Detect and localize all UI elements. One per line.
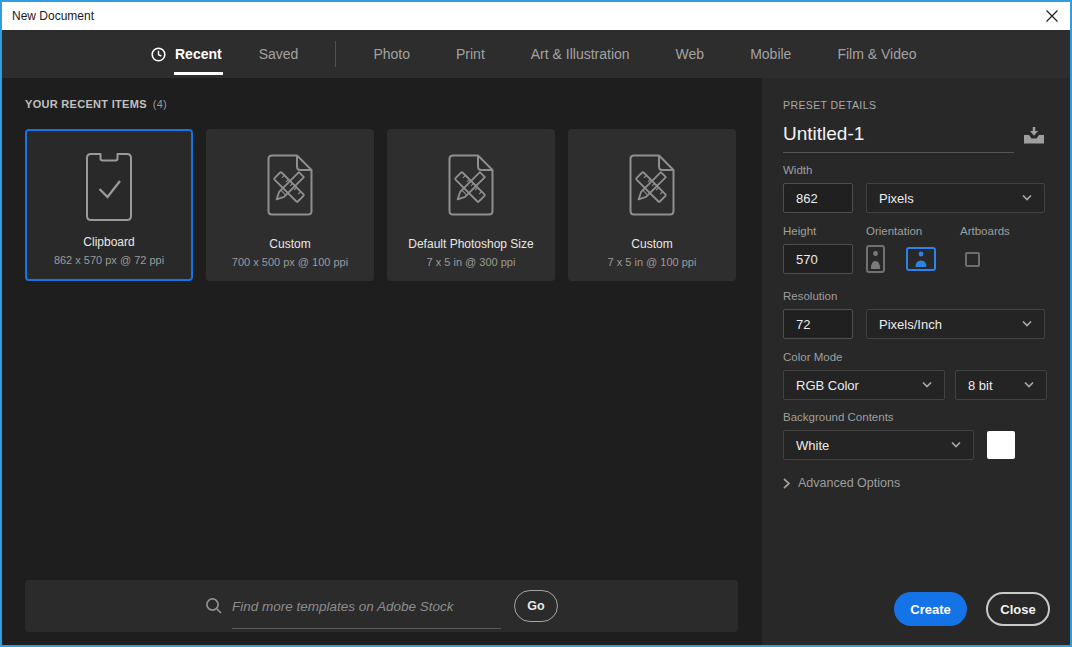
document-ruler-pencil-icon [446,153,496,217]
clock-icon [151,47,166,62]
width-label: Width [783,164,1045,177]
adobe-stock-searchbar: Find more templates on Adobe Stock Go [25,580,738,632]
background-contents-label: Background Contents [783,411,1045,424]
recent-items-list: Clipboard 862 x 570 px @ 72 ppi Custom 7… [25,129,736,281]
chevron-down-icon [1022,195,1032,201]
tab-art-illustration[interactable]: Art & Illustration [508,30,653,78]
chevron-down-icon [951,442,961,448]
template-subtitle: 7 x 5 in @ 300 ppi [391,256,551,268]
height-input[interactable]: 570 [783,244,853,274]
resolution-input[interactable]: 72 [783,309,853,339]
tab-photo[interactable]: Photo [350,30,433,78]
recent-items-heading: YOUR RECENT ITEMS(4) [25,98,167,110]
orientation-landscape-button[interactable] [906,247,936,271]
bit-depth-dropdown[interactable]: 8 bit [955,370,1047,400]
window-close-button[interactable] [1034,2,1070,30]
width-input[interactable]: 862 [783,183,853,213]
height-label: Height [783,225,866,238]
chevron-down-icon [1024,382,1034,388]
resolution-label: Resolution [783,290,1045,303]
background-contents-dropdown[interactable]: White [783,430,974,460]
orientation-label: Orientation [866,225,960,238]
background-color-swatch[interactable] [987,431,1015,459]
category-tabbar: Recent Saved Photo Print Art & Illustrat… [2,30,1070,78]
template-subtitle: 862 x 570 px @ 72 ppi [31,254,187,266]
tab-mobile[interactable]: Mobile [727,30,814,78]
go-button[interactable]: Go [514,590,558,622]
clipboard-icon [85,152,133,222]
orientation-portrait-button[interactable] [866,245,885,273]
chevron-right-icon [783,478,790,489]
search-icon [205,597,223,615]
tab-saved[interactable]: Saved [236,30,322,78]
portrait-person-icon [868,248,883,271]
document-ruler-pencil-icon [627,153,677,217]
new-document-dialog: New Document Recent Saved Photo Print Ar… [0,0,1072,647]
width-unit-dropdown[interactable]: Pixels [866,183,1045,213]
preset-details-heading: PRESET DETAILS [783,99,1045,112]
tab-recent[interactable]: Recent [128,30,236,78]
titlebar: New Document [2,2,1070,30]
window-title: New Document [12,9,94,23]
save-preset-icon[interactable] [1023,127,1045,144]
chevron-down-icon [922,382,932,388]
template-title: Default Photoshop Size [391,237,551,251]
template-title: Clipboard [31,235,187,249]
landscape-person-icon [908,250,934,269]
document-ruler-pencil-icon [265,153,315,217]
close-icon [1045,9,1059,23]
template-subtitle: 7 x 5 in @ 100 ppi [572,256,732,268]
resolution-unit-dropdown[interactable]: Pixels/Inch [866,309,1045,339]
tab-web[interactable]: Web [653,30,728,78]
create-button[interactable]: Create [894,592,967,626]
document-name-input[interactable]: Untitled-1 [783,123,1014,153]
tab-film-video[interactable]: Film & Video [814,30,939,78]
preset-details-panel: PRESET DETAILS Untitled-1 Width 862 Pixe… [762,78,1070,645]
template-card-default-photoshop-size[interactable]: Default Photoshop Size 7 x 5 in @ 300 pp… [387,129,555,281]
tab-print[interactable]: Print [433,30,508,78]
chevron-down-icon [1022,321,1032,327]
color-mode-label: Color Mode [783,351,1045,364]
stock-search-input[interactable]: Find more templates on Adobe Stock [232,597,501,629]
template-card-custom-1[interactable]: Custom 700 x 500 px @ 100 ppi [206,129,374,281]
color-mode-dropdown[interactable]: RGB Color [783,370,945,400]
tab-divider [335,41,336,67]
template-card-clipboard[interactable]: Clipboard 862 x 570 px @ 72 ppi [25,129,193,281]
close-button[interactable]: Close [986,592,1050,626]
artboards-checkbox[interactable] [965,252,980,267]
template-title: Custom [572,237,732,251]
template-card-custom-2[interactable]: Custom 7 x 5 in @ 100 ppi [568,129,736,281]
artboards-label: Artboards [960,225,1010,238]
template-subtitle: 700 x 500 px @ 100 ppi [210,256,370,268]
advanced-options-toggle[interactable]: Advanced Options [783,476,1045,490]
template-title: Custom [210,237,370,251]
